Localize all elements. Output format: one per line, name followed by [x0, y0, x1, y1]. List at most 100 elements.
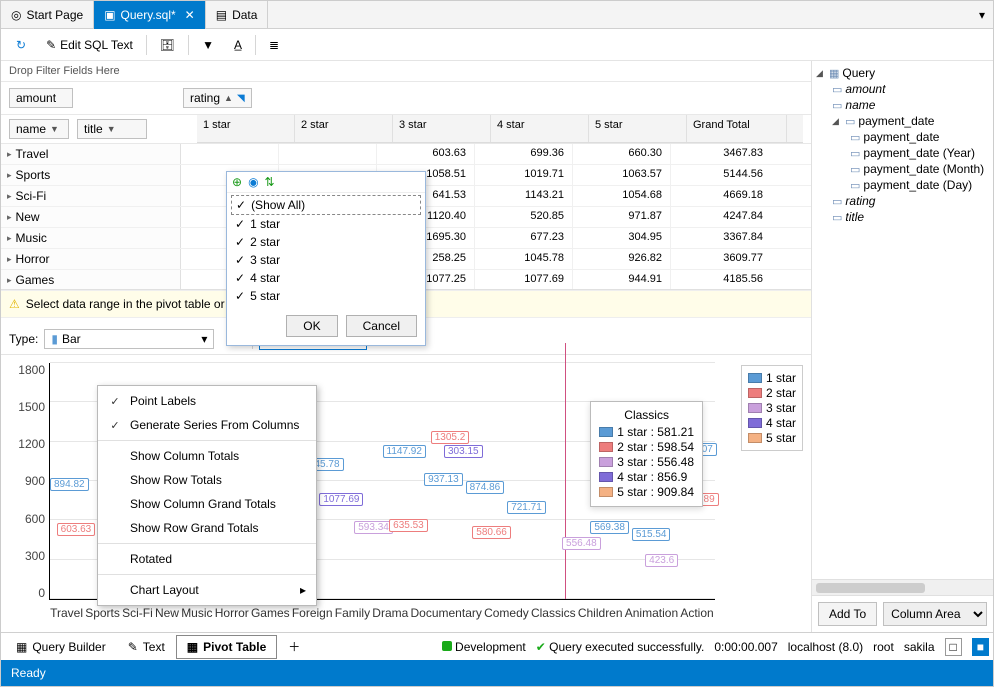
col-header[interactable]: 2 star: [295, 115, 393, 142]
grand-total-cell[interactable]: 4669.18: [671, 186, 771, 206]
collapse-icon[interactable]: ◢: [816, 68, 826, 79]
menu-rotated[interactable]: Rotated: [98, 547, 316, 571]
tooltip-row: 4 star : 856.9: [599, 470, 694, 484]
layout-toggle-light[interactable]: □: [945, 638, 962, 656]
tabbar-dropdown[interactable]: ▾: [979, 8, 993, 22]
menu-generate-series[interactable]: ✓Generate Series From Columns: [98, 413, 316, 437]
edit-sql-button[interactable]: ✎Edit SQL Text: [39, 34, 140, 56]
menu-show-column-totals[interactable]: Show Column Totals: [98, 444, 316, 468]
filter-sort-icon[interactable]: ⇅: [265, 175, 275, 189]
menu-show-col-grand-totals[interactable]: Show Column Grand Totals: [98, 492, 316, 516]
tab-start-page[interactable]: ◎ Start Page: [1, 1, 94, 29]
ok-button[interactable]: OK: [286, 315, 337, 337]
collapse-icon[interactable]: ◢: [832, 116, 842, 127]
data-cell[interactable]: 677.23: [475, 228, 573, 248]
expand-icon[interactable]: ▸: [7, 233, 12, 244]
data-cell[interactable]: 1019.71: [475, 165, 573, 185]
col-header[interactable]: 4 star: [491, 115, 589, 142]
grand-total-cell[interactable]: 3367.84: [671, 228, 771, 248]
cancel-button[interactable]: Cancel: [346, 315, 417, 337]
field-tree-pane: ◢▦Query ▭amount ▭name ◢▭payment_date ▭pa…: [811, 61, 993, 632]
add-to-button[interactable]: Add To: [818, 602, 877, 626]
tree-item[interactable]: title: [845, 210, 864, 224]
grand-total-cell[interactable]: 3609.77: [671, 249, 771, 269]
grand-total-cell[interactable]: 5144.56: [671, 165, 771, 185]
filter-item[interactable]: ✓5 star: [231, 287, 421, 305]
data-cell[interactable]: 1143.21: [475, 186, 573, 206]
filter-radio-icon[interactable]: ◉: [248, 175, 258, 189]
filter-drop-zone[interactable]: Drop Filter Fields Here: [1, 61, 811, 82]
filter-item[interactable]: ✓1 star: [231, 215, 421, 233]
expand-icon[interactable]: ▸: [7, 275, 12, 286]
menu-chart-layout[interactable]: Chart Layout▸: [98, 578, 316, 602]
data-cell[interactable]: 1045.78: [475, 249, 573, 269]
tree-item[interactable]: payment_date (Day): [863, 178, 972, 192]
col-header[interactable]: 5 star: [589, 115, 687, 142]
data-field-amount[interactable]: amount: [9, 88, 73, 108]
grand-total-cell[interactable]: 3467.83: [671, 144, 771, 164]
filter-item[interactable]: ✓3 star: [231, 251, 421, 269]
grand-total-cell[interactable]: 4185.56: [671, 270, 771, 290]
add-to-area-select[interactable]: Column Area: [883, 602, 987, 626]
tab-query-builder[interactable]: ▦Query Builder: [5, 635, 117, 659]
data-cell[interactable]: 304.95: [573, 228, 671, 248]
expand-icon[interactable]: ▸: [7, 149, 12, 160]
data-cell[interactable]: 520.85: [475, 207, 573, 227]
data-cell[interactable]: 603.63: [377, 144, 475, 164]
data-cell[interactable]: 1077.69: [475, 270, 573, 290]
menu-show-row-grand-totals[interactable]: Show Row Grand Totals: [98, 516, 316, 540]
filter-button[interactable]: ▼: [195, 34, 221, 56]
filter-item-all[interactable]: ✓(Show All): [231, 195, 421, 215]
expand-icon[interactable]: ▸: [7, 212, 12, 223]
expand-icon[interactable]: ▸: [7, 170, 12, 181]
tree-item[interactable]: payment_date (Month): [863, 162, 984, 176]
tree-item[interactable]: rating: [845, 194, 875, 208]
tree-item[interactable]: payment_date (Year): [863, 146, 975, 160]
data-cell[interactable]: 1054.68: [573, 186, 671, 206]
row-field-title[interactable]: title▼: [77, 119, 147, 139]
expand-icon[interactable]: ▸: [7, 254, 12, 265]
add-tab-button[interactable]: ＋: [277, 633, 311, 660]
data-cell[interactable]: 699.36: [475, 144, 573, 164]
database-button[interactable]: 🗄: [153, 34, 182, 56]
data-cell[interactable]: 926.82: [573, 249, 671, 269]
menu-show-row-totals[interactable]: Show Row Totals: [98, 468, 316, 492]
row-field-name[interactable]: name▼: [9, 119, 69, 139]
x-category-label: New: [155, 606, 179, 620]
col-header[interactable]: 1 star: [197, 115, 295, 142]
tab-pivot-table[interactable]: ▦Pivot Table: [176, 635, 277, 659]
field-tree[interactable]: ◢▦Query ▭amount ▭name ◢▭payment_date ▭pa…: [812, 61, 993, 579]
data-cell[interactable]: 944.91: [573, 270, 671, 290]
tab-text[interactable]: ✎Text: [117, 635, 176, 659]
layout-toggle-dark[interactable]: ■: [972, 638, 989, 656]
tree-item[interactable]: payment_date: [863, 130, 939, 144]
data-cell[interactable]: 971.87: [573, 207, 671, 227]
data-cell[interactable]: [181, 144, 279, 164]
tree-item[interactable]: amount: [845, 82, 885, 96]
chart-area[interactable]: 1800150012009006003000 894.82603.63558.2…: [1, 355, 811, 632]
tree-h-scrollbar[interactable]: [812, 579, 993, 595]
filter-item[interactable]: ✓2 star: [231, 233, 421, 251]
data-cell[interactable]: 1063.57: [573, 165, 671, 185]
table-row[interactable]: ▸Travel603.63699.36660.303467.83: [1, 144, 811, 165]
layout-button[interactable]: ≣: [262, 34, 286, 56]
tab-query-sql[interactable]: ▣ Query.sql* ✕: [94, 1, 206, 29]
tab-data[interactable]: ▤ Data: [206, 1, 269, 29]
data-cell[interactable]: [279, 144, 377, 164]
refresh-button[interactable]: ↻: [9, 34, 33, 56]
x-category-label: Sports: [85, 606, 120, 620]
col-header-grand-total[interactable]: Grand Total: [687, 115, 787, 142]
menu-point-labels[interactable]: ✓Point Labels: [98, 389, 316, 413]
expand-icon[interactable]: ▸: [7, 191, 12, 202]
chart-type-select[interactable]: ▮ Bar ▾: [44, 329, 214, 349]
tree-item[interactable]: name: [845, 98, 875, 112]
tree-item[interactable]: payment_date: [858, 114, 934, 128]
format-button[interactable]: A̲: [227, 34, 249, 56]
grand-total-cell[interactable]: 4247.84: [671, 207, 771, 227]
filter-add-icon[interactable]: ⊕: [232, 175, 242, 189]
data-cell[interactable]: 660.30: [573, 144, 671, 164]
column-field-rating[interactable]: rating ▲ ◥: [183, 88, 252, 108]
col-header[interactable]: 3 star: [393, 115, 491, 142]
close-icon[interactable]: ✕: [185, 8, 195, 22]
filter-item[interactable]: ✓4 star: [231, 269, 421, 287]
